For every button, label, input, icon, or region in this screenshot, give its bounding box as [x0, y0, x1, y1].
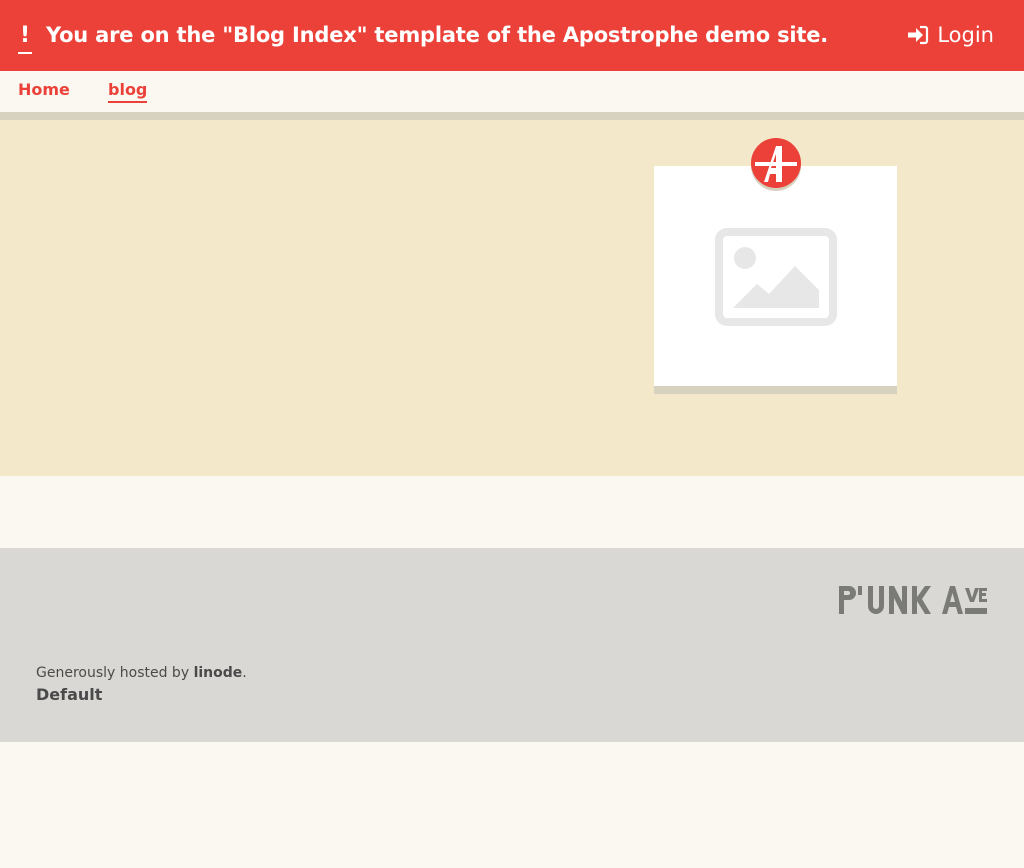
sign-in-icon: [908, 25, 929, 45]
hosted-suffix: .: [242, 665, 247, 681]
alert-icon[interactable]: !: [18, 20, 32, 54]
default-label: Default: [36, 685, 103, 704]
content-band: [0, 476, 1024, 548]
template-notice: You are on the "Blog Index" template of …: [46, 23, 829, 47]
apostrophe-logo-icon: [751, 138, 801, 191]
login-button[interactable]: Login: [907, 20, 994, 50]
image-placeholder-icon: [715, 228, 837, 326]
linode-link[interactable]: linode: [194, 665, 243, 681]
main-nav: Home blog: [0, 71, 1024, 112]
blog-hero: [0, 120, 1024, 476]
image-placeholder-card[interactable]: [654, 166, 897, 394]
header-divider: [0, 112, 1024, 120]
punk-ave-logo[interactable]: [838, 584, 988, 618]
top-notice-bar: ! You are on the "Blog Index" template o…: [0, 0, 1024, 71]
site-footer: Generously hosted by linode. Default: [0, 548, 1024, 742]
nav-item-blog[interactable]: blog: [108, 80, 148, 103]
login-label: Login: [937, 23, 994, 47]
nav-item-home[interactable]: Home: [18, 80, 70, 100]
hosted-by-text: Generously hosted by linode.: [36, 663, 247, 683]
hosted-prefix: Generously hosted by: [36, 665, 190, 681]
